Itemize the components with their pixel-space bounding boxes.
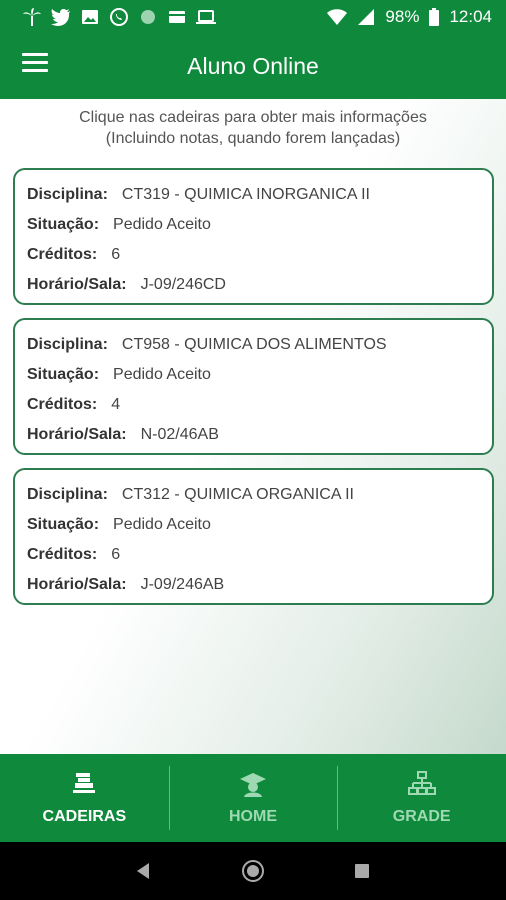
graduate-icon <box>240 773 266 797</box>
status-notifications <box>22 7 216 26</box>
disciplina-value: CT312 - QUIMICA ORGANICA II <box>121 486 354 503</box>
back-icon[interactable] <box>133 860 155 882</box>
creditos-label: Créditos: <box>27 246 98 263</box>
instructions-line-1: Clique nas cadeiras para obter mais info… <box>79 109 427 126</box>
nav-grade-label: GRADE <box>392 808 451 825</box>
books-icon <box>73 773 96 793</box>
app-bar: Aluno Online <box>0 33 506 99</box>
battery-icon <box>428 7 440 26</box>
nav-cadeiras-label: CADEIRAS <box>42 808 127 825</box>
system-nav-bar <box>0 842 506 900</box>
creditos-label: Créditos: <box>27 396 98 413</box>
recents-icon[interactable] <box>351 860 373 882</box>
bottom-nav: CADEIRAS HOME GRADE <box>0 754 506 842</box>
disciplina-value: CT319 - QUIMICA INORGANICA II <box>121 186 370 203</box>
disciplina-label: Disciplina: <box>27 336 108 353</box>
horario-value: J-09/246AB <box>140 576 225 593</box>
situacao-value: Pedido Aceito <box>113 216 211 233</box>
situacao-value: Pedido Aceito <box>113 516 211 533</box>
creditos-value: 6 <box>111 546 121 563</box>
horario-label: Horário/Sala: <box>27 426 127 443</box>
disciplina-label: Disciplina: <box>27 486 108 503</box>
home-circle-icon[interactable] <box>241 860 264 882</box>
creditos-value: 6 <box>111 246 121 263</box>
wifi-icon <box>327 8 348 26</box>
situacao-label: Situação: <box>27 216 100 233</box>
situacao-value: Pedido Aceito <box>113 366 211 383</box>
nav-grade[interactable]: GRADE <box>337 754 506 842</box>
status-bar: 98% 12:04 <box>0 0 506 33</box>
nav-cadeiras[interactable]: CADEIRAS <box>0 754 169 842</box>
course-card[interactable]: Disciplina: CT958 - QUIMICA DOS ALIMENTOS… <box>13 318 494 455</box>
horario-value: N-02/46AB <box>140 426 219 443</box>
main-content: Clique nas cadeiras para obter mais info… <box>0 99 506 754</box>
twitter-icon <box>51 8 71 26</box>
instructions: Clique nas cadeiras para obter mais info… <box>0 107 506 149</box>
horario-label: Horário/Sala: <box>27 276 127 293</box>
palm-tree-icon <box>22 7 42 26</box>
creditos-label: Créditos: <box>27 546 98 563</box>
laptop-icon <box>196 8 216 26</box>
course-card[interactable]: Disciplina: CT319 - QUIMICA INORGANICA II… <box>13 168 494 305</box>
hamburger-menu-icon[interactable] <box>22 53 48 75</box>
course-card[interactable]: Disciplina: CT312 - QUIMICA ORGANICA II S… <box>13 468 494 605</box>
disciplina-value: CT958 - QUIMICA DOS ALIMENTOS <box>121 336 387 353</box>
horario-value: J-09/246CD <box>140 276 226 293</box>
circle-icon <box>138 8 158 26</box>
nav-home-label: HOME <box>229 808 277 825</box>
nav-home[interactable]: HOME <box>168 754 338 842</box>
whatsapp-icon <box>109 7 129 26</box>
instructions-line-2: (Incluindo notas, quando forem lançadas) <box>105 130 401 147</box>
status-system: 98% 12:04 <box>327 7 492 27</box>
clock: 12:04 <box>449 6 492 26</box>
image-icon <box>80 8 100 26</box>
sitemap-icon <box>407 771 436 795</box>
page-title: Aluno Online <box>187 52 319 79</box>
situacao-label: Situação: <box>27 516 100 533</box>
horario-label: Horário/Sala: <box>27 576 127 593</box>
situacao-label: Situação: <box>27 366 100 383</box>
creditos-value: 4 <box>111 396 121 413</box>
signal-icon <box>356 8 376 26</box>
card-icon <box>167 8 187 26</box>
battery-percent: 98% <box>385 6 420 26</box>
disciplina-label: Disciplina: <box>27 186 108 203</box>
